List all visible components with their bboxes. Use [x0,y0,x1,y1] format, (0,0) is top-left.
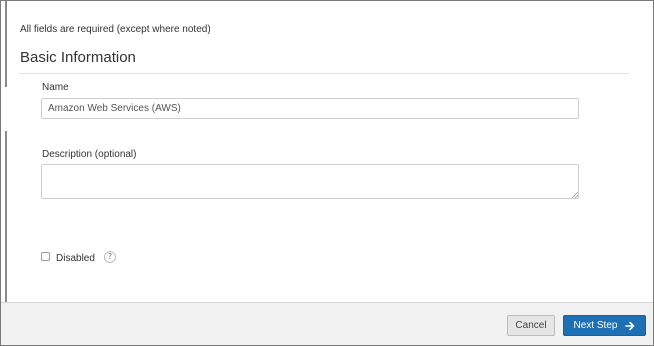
description-label: Description (optional) [42,149,137,160]
disabled-label[interactable]: Disabled [56,253,95,264]
footer-bar: Cancel Next Step [1,302,653,345]
help-icon[interactable]: ? [104,251,116,263]
left-accent-bar [5,1,7,87]
description-textarea[interactable] [41,164,579,199]
next-step-button-label: Next Step [573,320,618,331]
name-label: Name [42,82,69,93]
left-accent-bar [5,131,7,303]
cancel-button-label: Cancel [515,320,547,331]
cancel-button[interactable]: Cancel [507,315,555,336]
next-step-button[interactable]: Next Step [563,315,646,336]
resize-grip-icon[interactable] [571,191,578,198]
name-input[interactable] [41,98,579,119]
required-note: All fields are required (except where no… [20,24,211,35]
section-title: Basic Information [20,49,136,66]
section-divider [19,73,629,74]
dialog-panel: All fields are required (except where no… [0,0,654,346]
disabled-checkbox[interactable] [41,252,50,261]
arrow-right-icon [625,321,635,330]
